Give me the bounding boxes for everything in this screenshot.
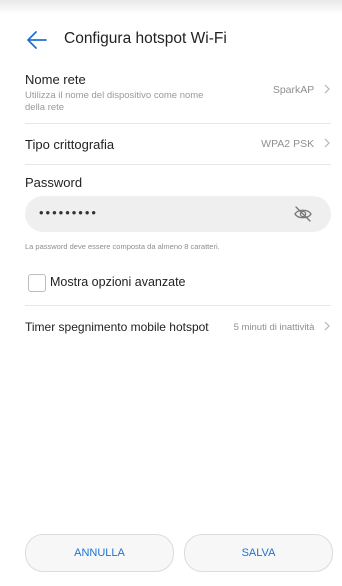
- network-name-value-wrap: SparkAP: [273, 84, 331, 96]
- divider: [25, 164, 331, 165]
- password-label: Password: [25, 175, 83, 190]
- save-button[interactable]: SALVA: [184, 534, 333, 572]
- chevron-right-icon: [324, 321, 330, 331]
- hide-password-eye-icon[interactable]: [293, 205, 313, 223]
- status-bar-shadow: [0, 0, 342, 14]
- divider: [25, 305, 331, 306]
- password-section: Password: [25, 175, 331, 193]
- password-hint: La password deve essere composta da alme…: [25, 242, 220, 251]
- cancel-button[interactable]: ANNULLA: [25, 534, 174, 572]
- password-field[interactable]: •••••••••: [25, 196, 331, 232]
- divider: [25, 123, 331, 124]
- advanced-options-label: Mostra opzioni avanzate: [50, 275, 186, 289]
- app-header: Configura hotspot Wi-Fi: [0, 18, 342, 62]
- advanced-options-checkbox[interactable]: [28, 274, 46, 292]
- encryption-value: WPA2 PSK: [261, 138, 315, 150]
- encryption-row[interactable]: Tipo crittografia WPA2 PSK: [25, 137, 331, 157]
- chevron-right-icon: [324, 84, 330, 94]
- page-title: Configura hotspot Wi-Fi: [64, 30, 227, 47]
- network-name-description: Utilizza il nome del dispositivo come no…: [25, 90, 204, 113]
- timer-row[interactable]: Timer spegnimento mobile hotspot 5 minut…: [25, 320, 331, 340]
- timer-value-wrap: 5 minuti di inattività: [234, 321, 331, 333]
- timer-value: 5 minuti di inattività: [233, 322, 315, 333]
- network-name-row[interactable]: Nome rete Utilizza il nome del dispositi…: [25, 72, 331, 118]
- back-arrow-icon[interactable]: [26, 30, 48, 50]
- chevron-right-icon: [324, 138, 330, 148]
- password-input-value: •••••••••: [39, 205, 98, 220]
- network-name-value: SparkAP: [272, 84, 315, 96]
- encryption-value-wrap: WPA2 PSK: [261, 138, 331, 150]
